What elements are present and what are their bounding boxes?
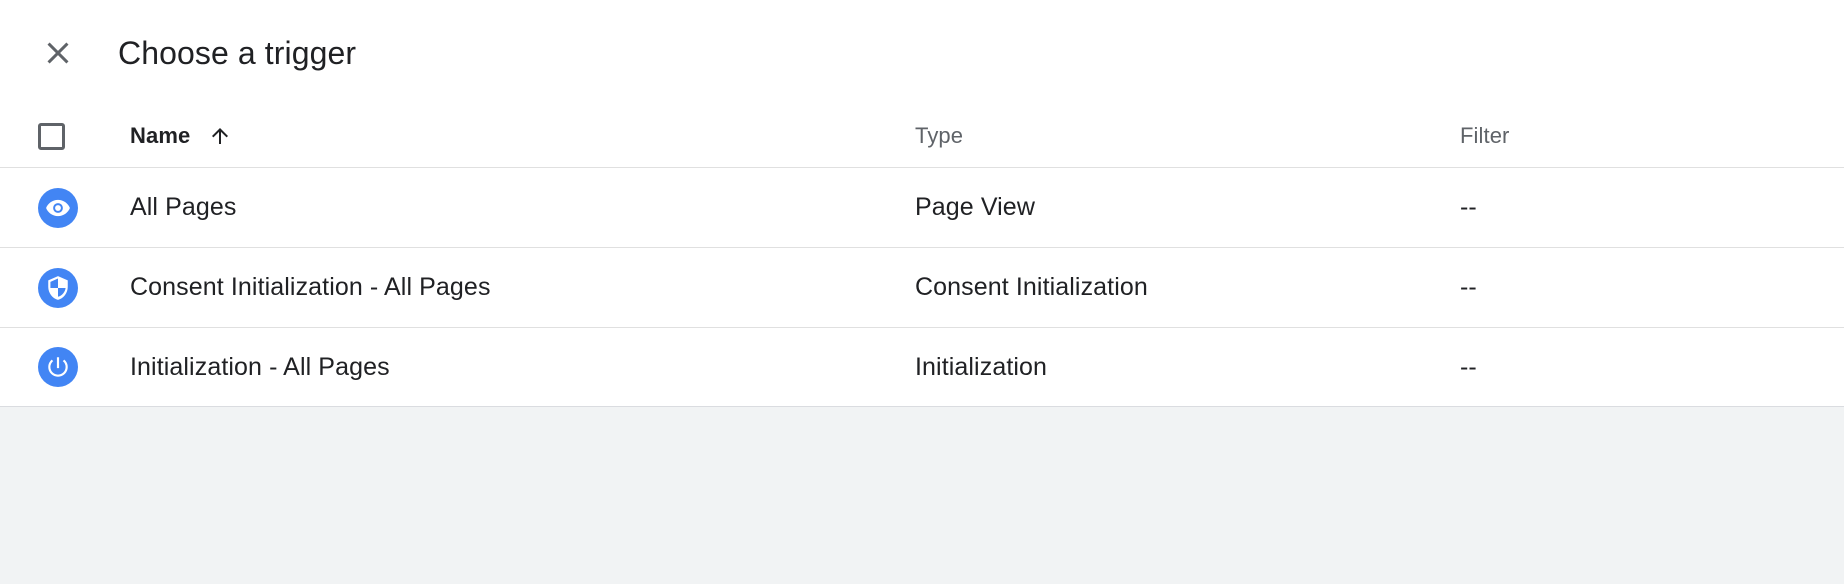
trigger-table: Name Type Filter All Pages Page View -- … (0, 105, 1844, 407)
row-name: All Pages (130, 193, 237, 221)
close-icon (40, 35, 76, 71)
row-type: Initialization (915, 352, 1048, 381)
dialog-title: Choose a trigger (118, 34, 357, 71)
row-filter: -- (1460, 352, 1477, 381)
table-row[interactable]: All Pages Page View -- (0, 167, 1844, 247)
table-row[interactable]: Initialization - All Pages Initializatio… (0, 327, 1844, 407)
row-icon-cell (0, 187, 130, 228)
select-all-cell (0, 122, 130, 150)
row-type: Page View (915, 193, 1035, 221)
column-header-name[interactable]: Name (130, 123, 915, 149)
row-icon-cell (0, 347, 130, 387)
select-all-checkbox[interactable] (38, 122, 65, 150)
close-button[interactable] (30, 25, 86, 81)
column-header-filter[interactable]: Filter (1460, 123, 1844, 149)
column-header-type[interactable]: Type (915, 123, 1460, 149)
row-filter: -- (1460, 193, 1477, 221)
row-name: Consent Initialization - All Pages (130, 273, 491, 301)
dialog-backdrop-area (0, 407, 1844, 584)
arrow-upward-icon[interactable] (208, 124, 232, 148)
shield-icon (38, 267, 78, 308)
power-icon (38, 347, 78, 387)
row-type: Consent Initialization (915, 273, 1148, 301)
row-icon-cell (0, 267, 130, 308)
table-row[interactable]: Consent Initialization - All Pages Conse… (0, 247, 1844, 327)
column-header-name-label: Name (130, 123, 191, 148)
dialog-header: Choose a trigger (0, 0, 1844, 105)
eye-icon (38, 187, 78, 228)
row-name: Initialization - All Pages (130, 352, 390, 381)
row-filter: -- (1460, 273, 1477, 301)
choose-trigger-dialog: Choose a trigger Name Type Filter All Pa… (0, 0, 1844, 584)
table-header-row: Name Type Filter (0, 105, 1844, 167)
